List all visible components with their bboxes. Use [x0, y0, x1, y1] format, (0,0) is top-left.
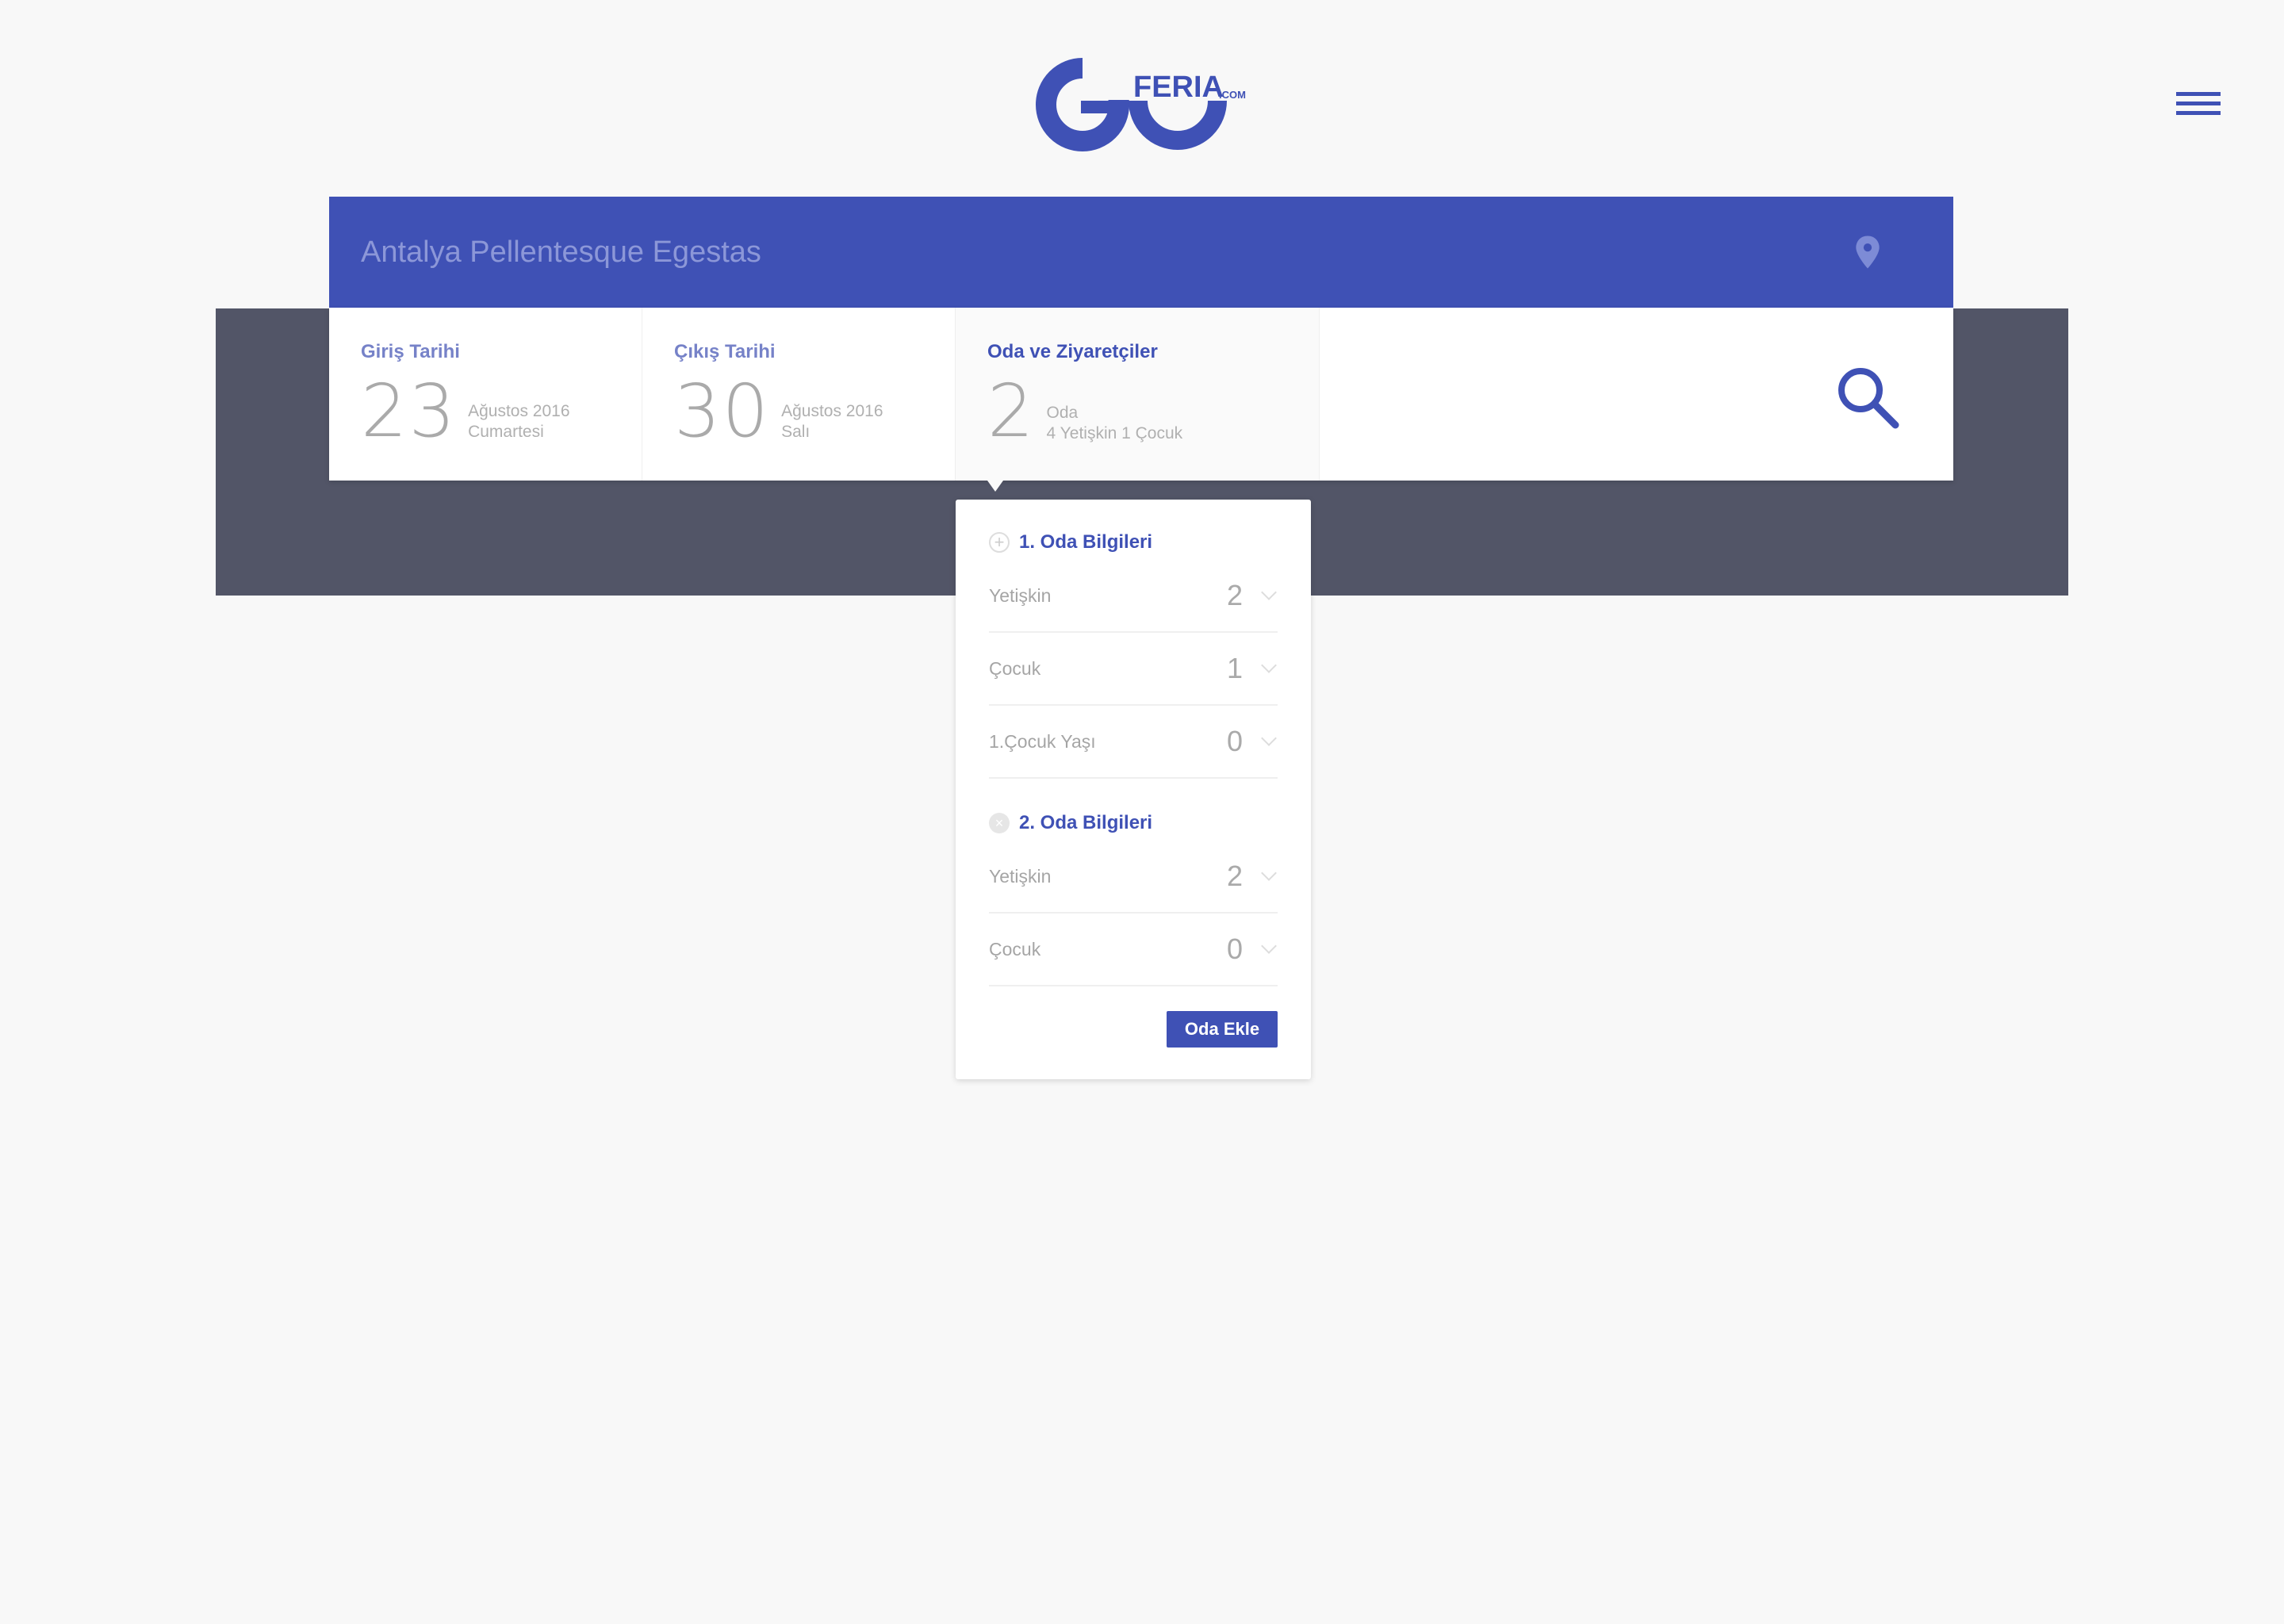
room-2-children-select[interactable]: Çocuk 0 [989, 914, 1278, 986]
chevron-down-icon [1261, 657, 1277, 673]
field-label: Yetişkin [989, 865, 1052, 887]
field-label: Yetişkin [989, 584, 1052, 606]
svg-text:FERIA: FERIA [1133, 71, 1224, 104]
field-value: 0 [1226, 725, 1243, 757]
checkout-date[interactable]: Çıkış Tarihi 30 Ağustos 2016 Salı [642, 308, 956, 481]
checkout-label: Çıkış Tarihi [674, 341, 776, 362]
room-1-header: + 1. Oda Bilgileri [989, 525, 1278, 560]
chevron-down-icon [1261, 865, 1277, 881]
field-value: 2 [1226, 579, 1243, 611]
destination-input[interactable]: Antalya Pellentesque Egestas [329, 197, 1953, 308]
field-label: Çocuk [989, 657, 1041, 679]
room-1-adults-select[interactable]: Yetişkin 2 [989, 560, 1278, 633]
rooms-count: 2 [987, 369, 1036, 454]
chevron-down-icon [1261, 938, 1277, 954]
room-2-adults-select[interactable]: Yetişkin 2 [989, 841, 1278, 914]
checkin-label: Giriş Tarihi [361, 341, 460, 362]
rooms-unit: Oda [1046, 404, 1079, 422]
checkout-weekday: Salı [781, 423, 811, 441]
checkout-month: Ağustos 2016 [781, 402, 883, 420]
field-value: 0 [1226, 933, 1243, 965]
rooms-label: Oda ve Ziyaretçiler [987, 341, 1158, 362]
chevron-down-icon [1261, 730, 1277, 746]
field-value: 2 [1226, 860, 1243, 892]
chevron-down-icon [1261, 584, 1277, 600]
search-icon[interactable] [1832, 362, 1903, 433]
room-1-children-select[interactable]: Çocuk 1 [989, 633, 1278, 706]
location-pin-icon[interactable] [1853, 235, 1883, 270]
remove-room-icon[interactable]: × [989, 813, 1010, 833]
rooms-guests[interactable]: Oda ve Ziyaretçiler 2 Oda 4 Yetişkin 1 Ço… [956, 308, 1320, 481]
room-2-header: × 2. Oda Bilgileri [989, 806, 1278, 841]
field-label: 1.Çocuk Yaşı [989, 730, 1096, 752]
room-1-title: 1. Oda Bilgileri [1019, 531, 1153, 553]
dropdown-caret [987, 481, 1003, 492]
svg-text:.COM: .COM [1219, 89, 1246, 101]
checkin-day: 23 [361, 369, 458, 454]
guests-summary: 4 Yetişkin 1 Çocuk [1046, 424, 1183, 442]
room-2-title: 2. Oda Bilgileri [1019, 812, 1153, 833]
checkout-day: 30 [674, 369, 771, 454]
search-card: Giriş Tarihi 23 Ağustos 2016 Cumartesi Çı… [329, 308, 1953, 481]
goferia-logo[interactable]: FERIA .COM [1035, 57, 1257, 152]
plus-circle-icon[interactable]: + [989, 532, 1010, 553]
rooms-dropdown-panel: + 1. Oda Bilgileri Yetişkin 2 Çocuk 1 1.Ço… [956, 500, 1311, 1079]
checkin-date[interactable]: Giriş Tarihi 23 Ağustos 2016 Cumartesi [329, 308, 642, 481]
checkin-month: Ağustos 2016 [468, 402, 570, 420]
checkin-weekday: Cumartesi [468, 423, 544, 441]
field-value: 1 [1226, 652, 1243, 684]
room-1-child-age-select[interactable]: 1.Çocuk Yaşı 0 [989, 706, 1278, 779]
hamburger-menu-button[interactable] [2176, 92, 2221, 121]
destination-text: Antalya Pellentesque Egestas [361, 235, 761, 269]
field-label: Çocuk [989, 938, 1041, 959]
add-room-button[interactable]: Oda Ekle [1167, 1011, 1278, 1048]
